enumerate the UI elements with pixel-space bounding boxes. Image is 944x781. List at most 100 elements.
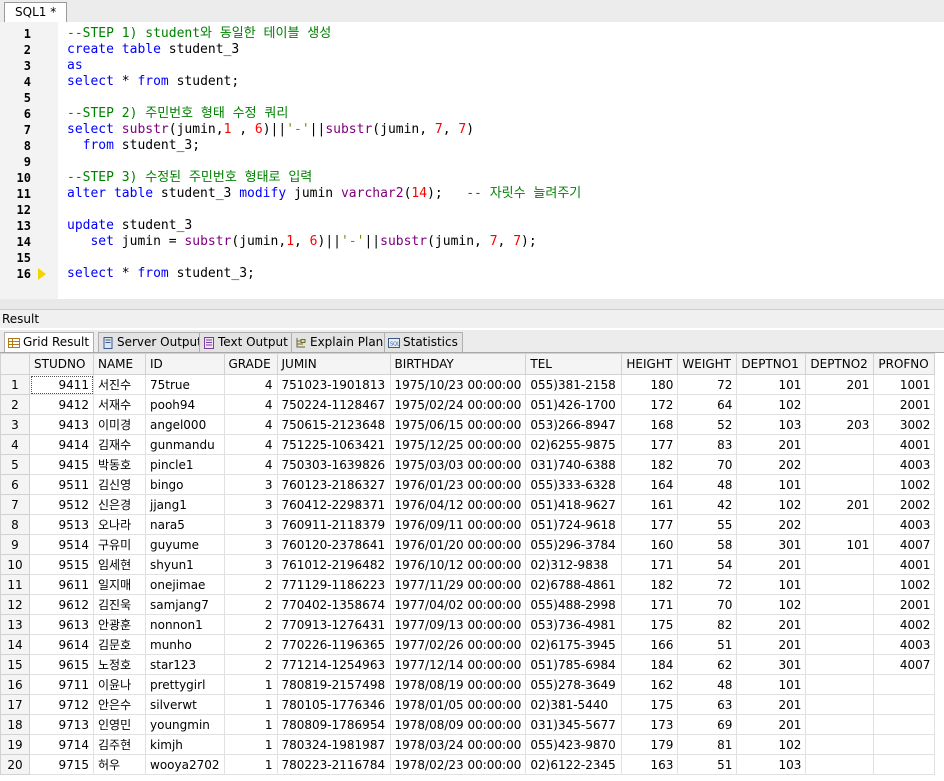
cell-profno[interactable]: 4002 [873, 614, 936, 635]
cell-jumin[interactable]: 750615-2123648 [276, 414, 391, 435]
cell-id[interactable]: jjang1 [145, 494, 225, 515]
cell-name[interactable]: 신은경 [93, 494, 146, 515]
cell-deptno2[interactable] [805, 574, 875, 595]
cell-deptno2[interactable] [805, 654, 875, 675]
cell-jumin[interactable]: 770913-1276431 [276, 614, 391, 635]
cell-id[interactable]: wooya2702 [145, 754, 225, 775]
tab-sql1[interactable]: SQL1 * [4, 2, 68, 22]
column-header-tel[interactable]: TEL [525, 353, 623, 375]
cell-tel[interactable]: 02)381-5440 [525, 694, 623, 715]
cell-name[interactable]: 김재수 [93, 434, 146, 455]
cell-studno[interactable]: 9414 [29, 434, 94, 455]
cell-studno[interactable]: 9413 [29, 414, 94, 435]
cell-deptno2[interactable] [805, 554, 875, 575]
cell-deptno1[interactable]: 101 [736, 374, 807, 395]
cell-tel[interactable]: 02)6175-3945 [525, 634, 623, 655]
cell-height[interactable]: 164 [621, 474, 679, 495]
cell-height[interactable]: 163 [621, 754, 679, 775]
cell-name[interactable]: 허우 [93, 754, 146, 775]
cell-profno[interactable]: 4003 [873, 514, 936, 535]
row-number[interactable]: 11 [0, 574, 30, 595]
code-line[interactable]: 1 --STEP 1) student와 동일한 테이블 생성 [0, 26, 944, 42]
cell-tel[interactable]: 031)740-6388 [525, 454, 623, 475]
cell-profno[interactable]: 4001 [873, 434, 936, 455]
cell-height[interactable]: 161 [621, 494, 679, 515]
cell-deptno2[interactable] [805, 614, 875, 635]
cell-studno[interactable]: 9412 [29, 394, 94, 415]
cell-grade[interactable]: 2 [223, 574, 278, 595]
cell-id[interactable]: angel000 [145, 414, 225, 435]
cell-jumin[interactable]: 751023-1901813 [276, 374, 391, 395]
cell-deptno1[interactable]: 101 [736, 474, 807, 495]
cell-id[interactable]: nara5 [145, 514, 225, 535]
cell-tel[interactable]: 055)278-3649 [525, 674, 623, 695]
cell-height[interactable]: 168 [621, 414, 679, 435]
cell-deptno2[interactable] [805, 674, 875, 695]
cell-id[interactable]: gunmandu [145, 434, 225, 455]
table-row[interactable]: 16 9711 이윤나 prettygirl 1 780819-2157498 1978/0… [0, 674, 936, 695]
code-line[interactable]: 11 alter table student_3 modify jumin var… [0, 186, 944, 202]
cell-deptno1[interactable]: 201 [736, 694, 807, 715]
tab-text-output[interactable]: Text Output [199, 332, 293, 352]
cell-deptno2[interactable] [805, 694, 875, 715]
cell-id[interactable]: bingo [145, 474, 225, 495]
code-line[interactable]: 14 set jumin = substr(jumin,1, 6)||'-'||… [0, 234, 944, 250]
cell-birthday[interactable]: 1977/11/29 00:00:00 [389, 574, 527, 595]
cell-studno[interactable]: 9614 [29, 634, 94, 655]
cell-id[interactable]: prettygirl [145, 674, 225, 695]
cell-tel[interactable]: 053)266-8947 [525, 414, 623, 435]
table-row[interactable]: 1 9411 서진수 75true 4 751023-1901813 1975/10/23 … [0, 374, 936, 395]
row-number[interactable]: 10 [0, 554, 30, 575]
table-row[interactable]: 8 9513 오나라 nara5 3 760911-2118379 1976/09/11 0… [0, 514, 936, 535]
code-line[interactable]: 10 --STEP 3) 수정된 주민번호 형태로 입력 [0, 170, 944, 186]
cell-id[interactable]: star123 [145, 654, 225, 675]
cell-profno[interactable]: 2002 [873, 494, 936, 515]
cell-height[interactable]: 180 [621, 374, 679, 395]
code-line[interactable]: 16 select * from student_3; [0, 266, 944, 282]
table-row[interactable]: 7 9512 신은경 jjang1 3 760412-2298371 1976/04/12 … [0, 494, 936, 515]
row-number[interactable]: 6 [0, 474, 30, 495]
cell-deptno1[interactable]: 101 [736, 674, 807, 695]
cell-grade[interactable]: 3 [223, 534, 278, 555]
cell-deptno1[interactable]: 102 [736, 594, 807, 615]
cell-name[interactable]: 이윤나 [93, 674, 146, 695]
column-header-grade[interactable]: GRADE [223, 353, 278, 375]
cell-birthday[interactable]: 1977/12/14 00:00:00 [389, 654, 527, 675]
cell-grade[interactable]: 1 [223, 734, 278, 755]
cell-name[interactable]: 오나라 [93, 514, 146, 535]
tab-statistics[interactable]: SQL Statistics [384, 332, 463, 352]
cell-tel[interactable]: 053)736-4981 [525, 614, 623, 635]
cell-grade[interactable]: 2 [223, 654, 278, 675]
cell-birthday[interactable]: 1976/04/12 00:00:00 [389, 494, 527, 515]
cell-studno[interactable]: 9613 [29, 614, 94, 635]
code-line[interactable]: 7 select substr(jumin,1 , 6)||'-'||substr… [0, 122, 944, 138]
cell-weight[interactable]: 81 [677, 734, 738, 755]
cell-id[interactable]: kimjh [145, 734, 225, 755]
cell-profno[interactable] [873, 714, 936, 735]
code-line[interactable]: 2 create table student_3 [0, 42, 944, 58]
column-header-id[interactable]: ID [145, 353, 225, 375]
cell-deptno1[interactable]: 201 [736, 434, 807, 455]
sql-editor[interactable]: 1 --STEP 1) student와 동일한 테이블 생성 2 create ta… [0, 22, 944, 300]
tab-grid-result[interactable]: Grid Result [4, 332, 95, 352]
cell-tel[interactable]: 055)423-9870 [525, 734, 623, 755]
cell-height[interactable]: 166 [621, 634, 679, 655]
table-row[interactable]: 15 9615 노정호 star123 2 771214-1254963 1977/12/1… [0, 654, 936, 675]
result-grid[interactable]: STUDNO NAME ID GRADE JUMIN BIRTHDAY TEL HEIGHT W… [0, 353, 944, 781]
cell-weight[interactable]: 55 [677, 514, 738, 535]
cell-weight[interactable]: 72 [677, 574, 738, 595]
cell-deptno2[interactable] [805, 434, 875, 455]
cell-deptno1[interactable]: 102 [736, 734, 807, 755]
cell-birthday[interactable]: 1977/02/26 00:00:00 [389, 634, 527, 655]
cell-deptno2[interactable]: 101 [805, 534, 875, 555]
cell-jumin[interactable]: 780223-2116784 [276, 754, 391, 775]
row-number[interactable]: 18 [0, 714, 30, 735]
cell-deptno1[interactable]: 201 [736, 614, 807, 635]
cell-weight[interactable]: 82 [677, 614, 738, 635]
column-header-studno[interactable]: STUDNO [29, 353, 94, 375]
cell-weight[interactable]: 58 [677, 534, 738, 555]
cell-deptno1[interactable]: 301 [736, 534, 807, 555]
cell-grade[interactable]: 2 [223, 594, 278, 615]
cell-weight[interactable]: 54 [677, 554, 738, 575]
cell-name[interactable]: 박동호 [93, 454, 146, 475]
